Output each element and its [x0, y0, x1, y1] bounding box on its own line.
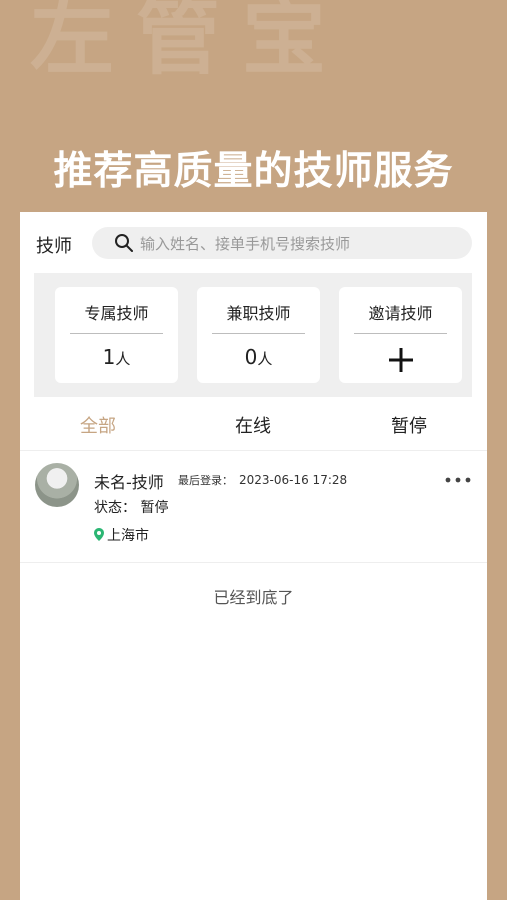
location-pin-icon	[94, 528, 104, 541]
list-end-text: 已经到底了	[213, 588, 294, 607]
promo-headline: 推荐高质量的技师服务	[53, 149, 454, 194]
divider	[20, 450, 487, 451]
card-value: 1人	[102, 345, 131, 369]
more-options-icon[interactable]	[444, 476, 472, 484]
technician-location: 上海市	[94, 525, 149, 545]
exclusive-technician-card[interactable]: 专属技师 1人	[55, 287, 178, 383]
search-placeholder: 输入姓名、接单手机号搜索技师	[140, 235, 351, 253]
tab-all[interactable]: 全部	[38, 412, 158, 438]
card-divider	[212, 333, 305, 334]
search-icon	[115, 234, 133, 252]
technician-list-item[interactable]: 未名-技师 最后登录： 2023-06-16 17:28 状态： 暂停 上海市	[20, 452, 487, 562]
card-value: 0人	[244, 345, 273, 369]
invite-technician-card[interactable]: 邀请技师	[339, 287, 462, 383]
background-watermark: 左管宝	[30, 0, 349, 82]
last-login: 最后登录： 2023-06-16 17:28	[178, 473, 348, 487]
avatar	[35, 463, 79, 507]
card-label: 专属技师	[84, 304, 149, 323]
stats-panel: 专属技师 1人 兼职技师 0人 邀请技师	[34, 273, 472, 397]
part-time-technician-card[interactable]: 兼职技师 0人	[197, 287, 320, 383]
card-label: 兼职技师	[226, 304, 291, 323]
filter-tabs: 全部 在线 暂停	[20, 400, 487, 450]
technician-panel: 技师 输入姓名、接单手机号搜索技师 专属技师 1人 兼职技师 0人 邀请技师 全…	[20, 212, 487, 900]
technician-status: 状态： 暂停	[94, 500, 169, 516]
page-title: 技师	[36, 236, 72, 257]
search-input[interactable]: 输入姓名、接单手机号搜索技师	[92, 227, 472, 259]
divider	[20, 562, 487, 563]
card-divider	[354, 333, 447, 334]
card-divider	[70, 333, 163, 334]
technician-name: 未名-技师	[94, 473, 164, 492]
top-bar: 技师 输入姓名、接单手机号搜索技师	[20, 212, 487, 272]
tab-paused[interactable]: 暂停	[349, 412, 469, 438]
plus-icon[interactable]	[388, 347, 414, 373]
card-label: 邀请技师	[368, 304, 433, 323]
tab-online[interactable]: 在线	[193, 412, 313, 438]
